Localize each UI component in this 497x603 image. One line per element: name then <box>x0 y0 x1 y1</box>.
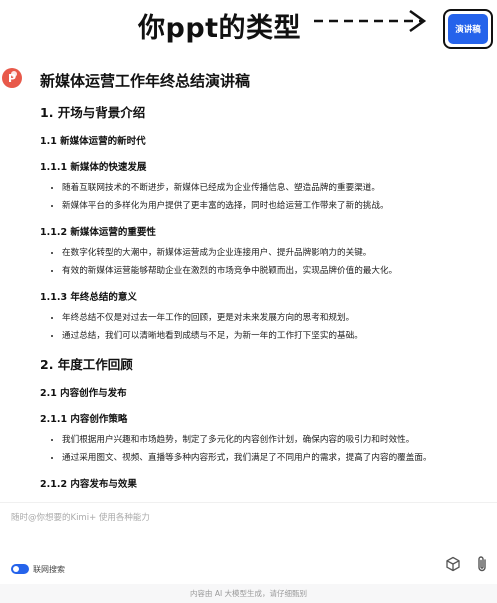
section-heading: 2.1 内容创作与发布 <box>40 388 127 399</box>
speech-draft-button[interactable]: 演讲稿 <box>448 14 488 44</box>
mode-button-highlight: 演讲稿 <box>443 9 493 49</box>
document-title: 新媒体运营工作年终总结演讲稿 <box>40 72 251 90</box>
list-item: 年终总结不仅是对过去一年工作的回顾，更是对未来发展方向的思考和规划。 <box>62 313 478 324</box>
section-heading: 2.1.1 内容创作策略 <box>40 414 128 425</box>
list-item: 通过采用图文、视频、直播等多种内容形式，我们满足了不同用户的需求，提高了内容的覆… <box>62 453 478 464</box>
chat-input-area[interactable]: 随时@你想要的Kimi+ 使用各种能力 联网搜索 <box>0 502 497 585</box>
section-heading: 2.1.2 内容发布与效果 <box>40 479 137 490</box>
ppt-file-icon: P <box>2 68 22 88</box>
section-heading: 2. 年度工作回顾 <box>40 357 133 372</box>
section-heading: 1.1.2 新媒体运营的重要性 <box>40 227 156 238</box>
web-search-label: 联网搜索 <box>33 565 65 574</box>
cube-icon[interactable] <box>445 556 461 572</box>
chat-input[interactable]: 随时@你想要的Kimi+ 使用各种能力 <box>11 511 150 523</box>
list-item: 我们根据用户兴趣和市场趋势，制定了多元化的内容创作计划，确保内容的吸引力和时效性… <box>62 435 478 446</box>
web-search-toggle[interactable] <box>11 564 29 574</box>
section-heading: 1.1 新媒体运营的新时代 <box>40 136 146 147</box>
ai-disclaimer: 内容由 AI 大模型生成，请仔细甄别 <box>0 584 497 603</box>
paperclip-icon[interactable] <box>474 555 490 573</box>
dashed-arrow-icon <box>314 9 427 33</box>
bullet-list: 在数字化转型的大潮中，新媒体运营成为企业连接用户、提升品牌影响力的关键。 有效的… <box>40 248 478 277</box>
bullet-list: 我们根据用户兴趣和市场趋势，制定了多元化的内容创作计划，确保内容的吸引力和时效性… <box>40 435 478 464</box>
list-item: 有效的新媒体运营能够帮助企业在激烈的市场竞争中脱颖而出，实现品牌价值的最大化。 <box>62 266 478 277</box>
list-item: 新媒体平台的多样化为用户提供了更丰富的选择，同时也给运营工作带来了新的挑战。 <box>62 201 478 212</box>
annotation-label: 你ppt的类型 <box>138 13 302 44</box>
section-heading: 1. 开场与背景介绍 <box>40 105 146 120</box>
section-heading: 1.1.3 年终总结的意义 <box>40 292 137 303</box>
bullet-list: 随着互联网技术的不断进步，新媒体已经成为企业传播信息、塑造品牌的重要渠道。 新媒… <box>40 183 478 212</box>
list-item: 通过总结，我们可以清晰地看到成绩与不足，为新一年的工作打下坚实的基础。 <box>62 331 478 342</box>
annotation-overlay: 你ppt的类型 <box>0 0 497 50</box>
list-item: 随着互联网技术的不断进步，新媒体已经成为企业传播信息、塑造品牌的重要渠道。 <box>62 183 478 194</box>
document-card: 新媒体运营工作年终总结演讲稿 1. 开场与背景介绍 1.1 新媒体运营的新时代 … <box>22 60 496 502</box>
bullet-list: 年终总结不仅是对过去一年工作的回顾，更是对未来发展方向的思考和规划。 通过总结，… <box>40 313 478 342</box>
list-item: 在数字化转型的大潮中，新媒体运营成为企业连接用户、提升品牌影响力的关键。 <box>62 248 478 259</box>
section-heading: 1.1.1 新媒体的快速发展 <box>40 162 147 173</box>
